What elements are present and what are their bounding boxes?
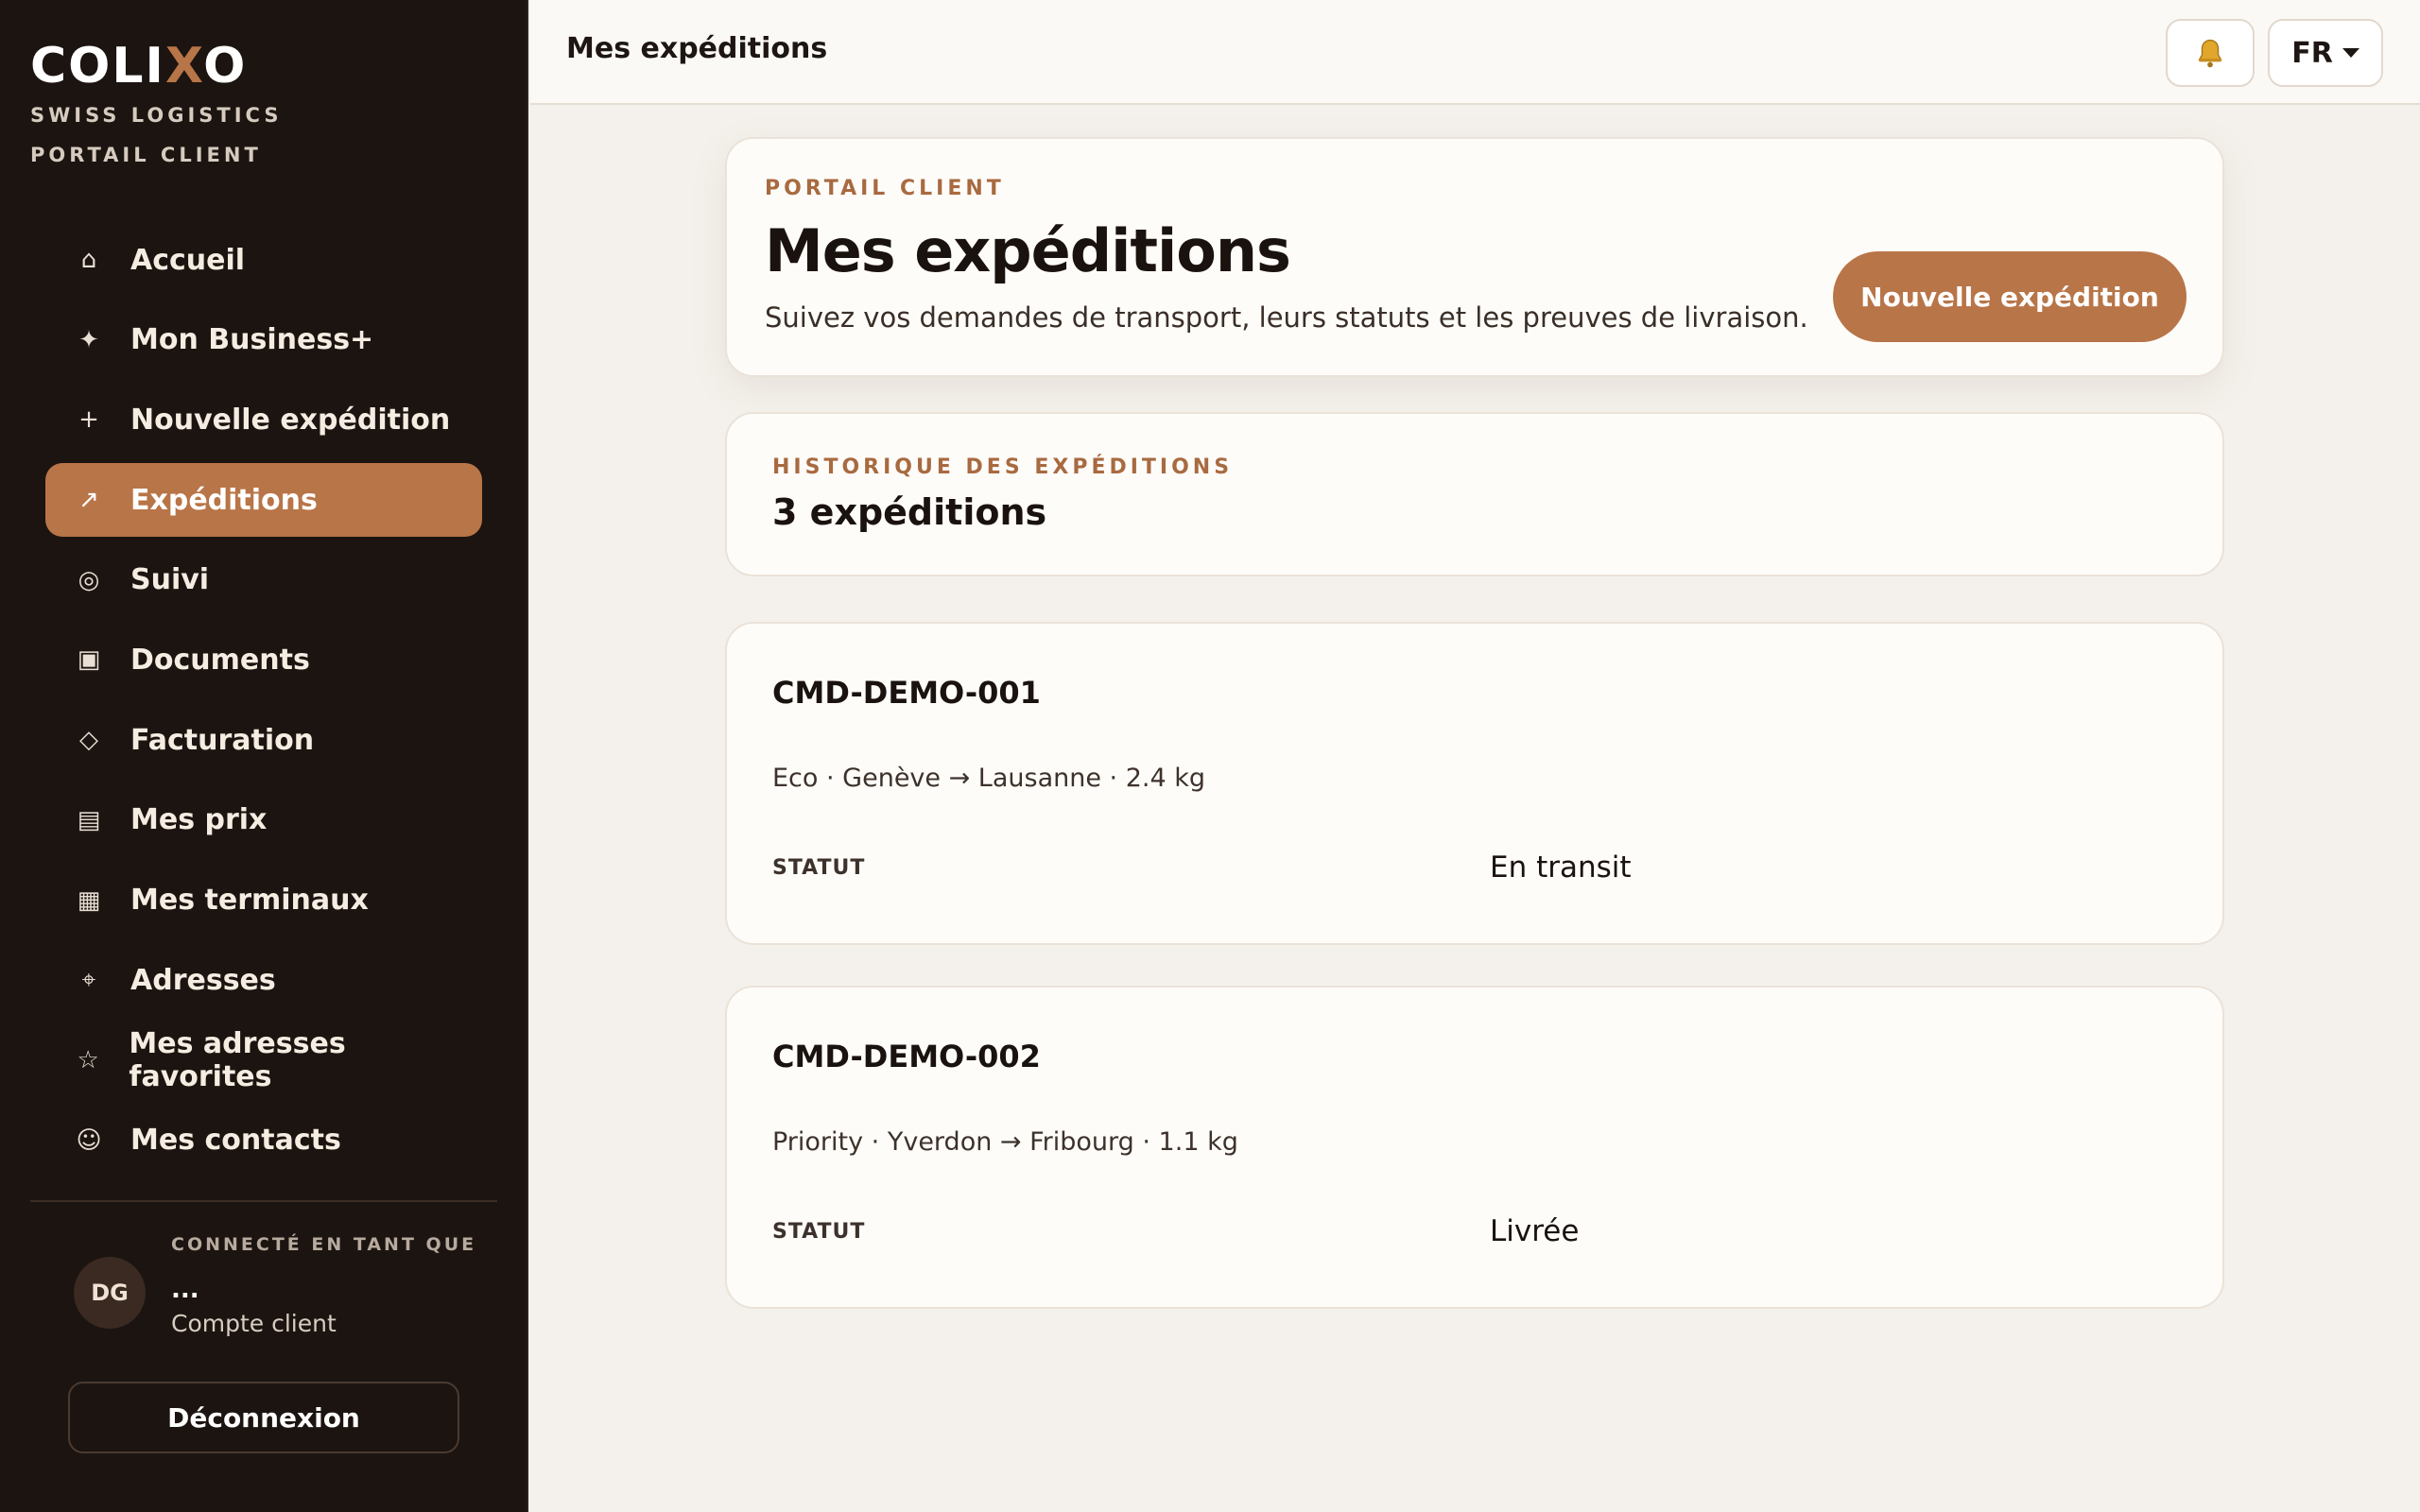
topbar: Mes expéditions FR	[530, 0, 2420, 105]
sidebar-item-label: Accueil	[130, 243, 246, 277]
hero-title: Mes expéditions	[765, 216, 1291, 285]
shipment-meta: Priority · Yverdon → Fribourg · 1.1 kg	[772, 1127, 1238, 1157]
logout-button[interactable]: Déconnexion	[68, 1382, 459, 1453]
sidebar-item-mes-adresses-favorites[interactable]: ☆ Mes adresses favorites	[45, 1023, 482, 1097]
sidebar-item-mon-business[interactable]: ✦ Mon Business+	[45, 303, 482, 377]
sidebar-nav: ⌂ Accueil ✦ Mon Business+ + Nouvelle expéditi…	[45, 223, 482, 1183]
shipment-ref: CMD-DEMO-002	[772, 1039, 1041, 1074]
hero-description: Suivez vos demandes de transport, leurs …	[765, 301, 1808, 334]
user-name: ...	[171, 1276, 199, 1304]
grid-icon: ▦	[77, 885, 101, 915]
sidebar-item-suivi[interactable]: ◎ Suivi	[45, 543, 482, 617]
sparkle-icon: ✦	[78, 325, 99, 354]
new-shipment-button[interactable]: Nouvelle expédition	[1833, 251, 2187, 342]
sidebar-divider	[30, 1200, 497, 1202]
sidebar-item-mes-prix[interactable]: ▤ Mes prix	[45, 783, 482, 857]
shipment-meta: Eco · Genève → Lausanne · 2.4 kg	[772, 764, 1205, 793]
sidebar-item-label: Suivi	[130, 563, 210, 597]
document-icon: ▣	[77, 645, 101, 675]
diamond-icon: ◇	[79, 726, 98, 755]
notifications-button[interactable]	[2166, 19, 2255, 87]
brand-tagline: SWISS LOGISTICS	[30, 104, 283, 127]
user-info: CONNECTÉ EN TANT QUE ... Compte client	[171, 1234, 493, 1337]
chevron-down-icon	[2342, 48, 2360, 58]
shipment-status-label: STATUT	[772, 856, 866, 880]
sidebar-item-label: Mon Business+	[130, 323, 374, 357]
home-icon: ⌂	[80, 246, 97, 274]
shipment-status-label: STATUT	[772, 1220, 866, 1244]
hero-card: PORTAIL CLIENT Mes expéditions Suivez vo…	[725, 137, 2224, 377]
user-role: Compte client	[171, 1310, 337, 1337]
shipment-ref: CMD-DEMO-001	[772, 675, 1041, 711]
shipment-status-value: En transit	[1490, 850, 1632, 885]
sidebar-item-adresses[interactable]: ⌖ Adresses	[45, 943, 482, 1017]
sidebar-item-label: Mes adresses favorites	[129, 1026, 346, 1093]
user-caption: CONNECTÉ EN TANT QUE	[171, 1234, 477, 1255]
sidebar-item-accueil[interactable]: ⌂ Accueil	[45, 223, 482, 297]
sidebar-item-label: Expéditions	[130, 483, 318, 517]
bell-icon	[2198, 39, 2222, 68]
sidebar-item-label: Facturation	[130, 723, 315, 757]
sidebar-item-documents[interactable]: ▣ Documents	[45, 623, 482, 696]
smiley-icon: ☺	[76, 1125, 102, 1155]
sidebar: COLIXO SWISS LOGISTICS PORTAIL CLIENT ⌂ A…	[0, 0, 528, 1512]
brand: COLIXO SWISS LOGISTICS PORTAIL CLIENT	[30, 38, 282, 166]
sidebar-item-nouvelle-expedition[interactable]: + Nouvelle expédition	[45, 383, 482, 456]
sidebar-item-label: Nouvelle expédition	[130, 403, 451, 437]
plus-icon: +	[78, 405, 99, 435]
sidebar-item-expeditions[interactable]: ↗ Expéditions	[45, 463, 482, 538]
sidebar-item-label: Mes terminaux	[130, 884, 369, 917]
sidebar-item-label: Adresses	[130, 963, 276, 997]
sidebar-item-label: Documents	[130, 643, 310, 677]
history-card: HISTORIQUE DES EXPÉDITIONS 3 expéditions	[725, 412, 2224, 576]
sidebar-item-label: Mes prix	[130, 803, 268, 837]
crosshair-icon: ⌖	[81, 965, 96, 994]
avatar: DG	[74, 1257, 146, 1329]
arrow-up-right-icon: ↗	[78, 486, 99, 515]
target-icon: ◎	[78, 565, 100, 594]
history-eyebrow: HISTORIQUE DES EXPÉDITIONS	[772, 455, 1234, 479]
hero-eyebrow: PORTAIL CLIENT	[765, 177, 1005, 200]
shipment-card[interactable]: CMD-DEMO-001 Eco · Genève → Lausanne · 2…	[725, 622, 2224, 945]
star-icon: ☆	[77, 1045, 99, 1074]
sidebar-item-label: Mes contacts	[130, 1124, 341, 1158]
shipment-card[interactable]: CMD-DEMO-002 Priority · Yverdon → Fribou…	[725, 986, 2224, 1309]
brand-logo[interactable]: COLIXO	[30, 38, 282, 94]
language-label: FR	[2291, 36, 2333, 70]
brand-subtitle: PORTAIL CLIENT	[30, 144, 262, 166]
sidebar-item-facturation[interactable]: ◇ Facturation	[45, 703, 482, 777]
page-title: Mes expéditions	[566, 32, 828, 65]
price-list-icon: ▤	[77, 805, 101, 834]
sidebar-item-mes-terminaux[interactable]: ▦ Mes terminaux	[45, 864, 482, 937]
language-selector[interactable]: FR	[2268, 19, 2383, 87]
shipment-status-value: Livrée	[1490, 1214, 1580, 1248]
sidebar-item-mes-contacts[interactable]: ☺ Mes contacts	[45, 1104, 482, 1177]
history-count: 3 expéditions	[772, 491, 1047, 533]
